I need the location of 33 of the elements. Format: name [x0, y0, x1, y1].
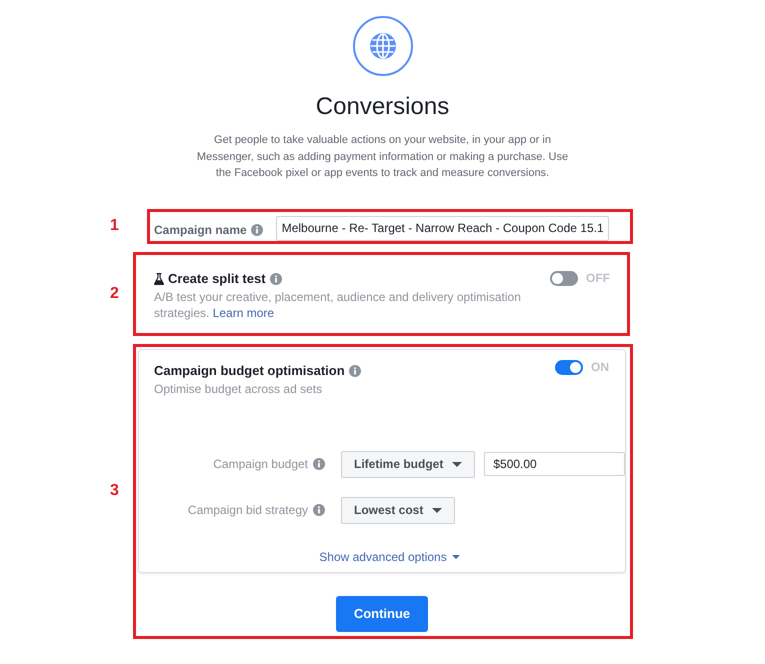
info-icon [313, 458, 325, 470]
flask-icon [154, 272, 164, 284]
page-description: Get people to take valuable actions on your website, in your app or in Messenger, such as adding payment information or making a purchase. Use the Facebook pixel or app events to track and measure conversions. [196, 133, 570, 181]
toggle-switch[interactable] [555, 360, 583, 374]
continue-button[interactable]: Continue [336, 596, 428, 632]
campaign-name-field[interactable]: Melbourne - Re- Target - Narrow Reach - Coupon Code 15.1 [276, 216, 609, 240]
annotation-number: 1 [109, 216, 120, 236]
caret-icon [452, 554, 460, 558]
learn-more-link[interactable]: Learn more [212, 306, 274, 320]
page-title: Conversions [316, 93, 450, 121]
section-title: Campaign budget optimisation [154, 362, 345, 378]
budget-amount-field[interactable]: $500.00 [484, 452, 625, 476]
toggle-label: OFF [586, 270, 610, 286]
caret-icon [432, 508, 442, 512]
info-icon [250, 224, 263, 236]
annotation-number: 3 [109, 481, 120, 501]
section-description: Optimise budget across ad sets [154, 380, 324, 396]
show-advanced-options-link[interactable]: Show advanced options [319, 548, 460, 564]
field-label: Campaign name [154, 222, 247, 239]
dropdown-button[interactable]: Lowest cost [341, 496, 456, 524]
field-label: Campaign bid strategy [188, 502, 308, 519]
section-title: Create split test [168, 270, 266, 286]
info-icon [348, 364, 361, 376]
toggle-switch[interactable] [550, 270, 578, 286]
info-icon [313, 504, 325, 516]
globe-icon [352, 16, 412, 76]
toggle-label: ON [591, 360, 609, 374]
dropdown-button[interactable]: Lifetime budget [341, 450, 476, 478]
section-description: A/B test your creative, placement, audience and delivery optimisation strategies. Learn more [154, 288, 522, 320]
caret-icon [452, 462, 462, 466]
annotation-number: 2 [109, 284, 120, 304]
info-icon [270, 272, 282, 284]
field-label: Campaign budget [213, 456, 308, 473]
